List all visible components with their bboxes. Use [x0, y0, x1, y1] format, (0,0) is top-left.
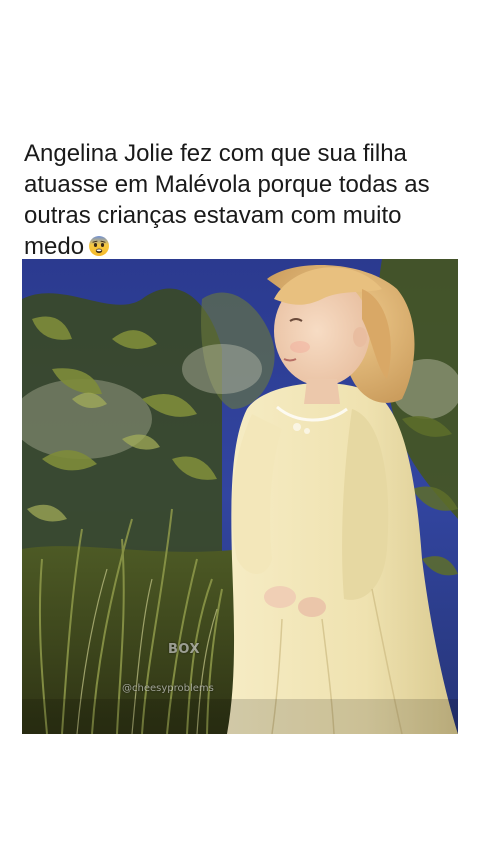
post-container: Angelina Jolie fez com que sua filha atu… [0, 0, 480, 854]
video-frame-image [22, 259, 458, 734]
fearful-face-emoji-icon [89, 236, 110, 256]
video-watermark-handle: @cheesyproblems [122, 683, 214, 694]
video-watermark-logo: BOX [168, 642, 201, 657]
post-caption: Angelina Jolie fez com que sua filha atu… [24, 138, 464, 262]
caption-text: Angelina Jolie fez com que sua filha atu… [24, 140, 430, 260]
video-player[interactable]: BOX @cheesyproblems [22, 259, 458, 734]
